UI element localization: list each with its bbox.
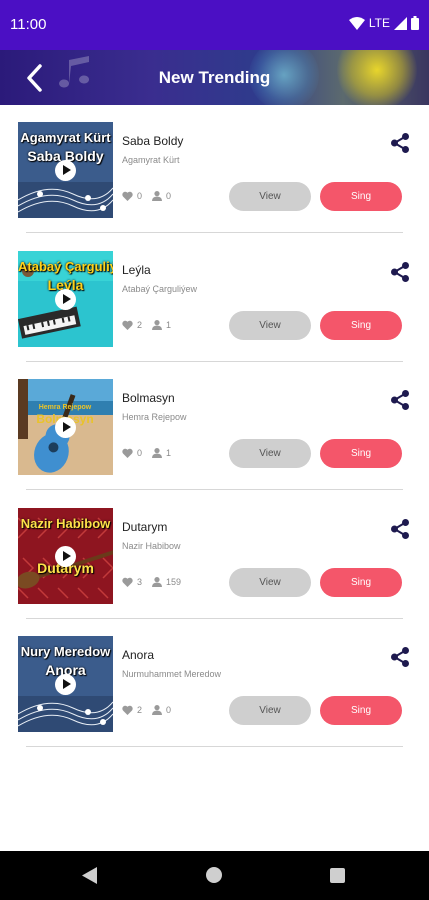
song-artist: Nurmuhammet Meredow <box>122 669 222 679</box>
like-count: 0 <box>137 191 143 201</box>
song-artist: Nazir Habibow <box>122 540 181 551</box>
song-cover[interactable]: Atabaý Çarguliýew Leýla <box>18 250 113 347</box>
nav-home-icon[interactable] <box>206 867 222 883</box>
heart-icon <box>122 191 133 201</box>
person-icon <box>152 448 163 458</box>
like-count: 2 <box>137 319 143 330</box>
status-bar: 11:00 LTE <box>0 0 429 50</box>
song-title: Dutarym <box>122 519 168 534</box>
cover-artist-text: Nury Meredow <box>20 644 111 659</box>
singer-count: 159 <box>166 576 182 587</box>
song-stats: 2 1 <box>122 319 172 330</box>
song-stats: 2 0 <box>122 705 171 715</box>
song-artist: Atabaý Çarguliýew <box>122 283 198 294</box>
network-label: LTE <box>368 16 390 30</box>
sing-button[interactable]: Sing <box>320 696 402 725</box>
sing-button[interactable]: Sing <box>320 310 402 340</box>
view-button[interactable]: View <box>229 567 311 597</box>
song-stats: 0 1 <box>122 448 171 458</box>
svg-text:Hemra Rejepow: Hemra Rejepow <box>39 404 92 411</box>
share-icon[interactable] <box>389 646 411 668</box>
view-button[interactable]: View <box>229 696 311 725</box>
play-icon[interactable] <box>55 160 76 181</box>
heart-icon <box>122 705 133 715</box>
song-title: Bolmasyn <box>122 391 175 405</box>
cover-artist-text: Agamyrat Kürt <box>20 130 111 145</box>
singer-count: 1 <box>166 319 172 330</box>
cover-artist-text: Atabaý Çarguliýew <box>18 258 113 274</box>
page-title: New Trending <box>158 68 271 87</box>
share-icon[interactable] <box>389 132 411 154</box>
song-cover[interactable]: Nazir Habibow Dutarym <box>18 507 113 604</box>
like-count: 3 <box>137 576 143 587</box>
song-artist: Hemra Rejepow <box>122 412 187 422</box>
singer-count: 0 <box>166 191 172 201</box>
person-icon <box>152 576 163 587</box>
play-icon[interactable] <box>55 674 76 695</box>
person-icon <box>152 191 163 201</box>
status-time: 11:00 <box>10 16 47 33</box>
share-icon[interactable] <box>389 261 411 283</box>
status-icons: LTE <box>348 16 419 30</box>
heart-icon <box>122 577 133 587</box>
song-item: Nazir Habibow Dutarym Dutarym Nazir Habi… <box>0 491 429 620</box>
song-stats: 0 0 <box>122 191 171 201</box>
song-cover[interactable]: Nury Meredow Anora <box>18 636 113 732</box>
song-cover[interactable]: Agamyrat Kürt Saba Boldy <box>18 122 113 218</box>
heart-icon <box>122 448 133 458</box>
heart-icon <box>122 320 133 330</box>
like-count: 0 <box>137 448 143 458</box>
signal-icon <box>394 16 407 30</box>
like-count: 2 <box>137 705 143 715</box>
song-item: Atabaý Çarguliýew Leýla Leýla Atabaý Çar… <box>0 234 429 363</box>
share-icon[interactable] <box>389 518 411 540</box>
divider <box>26 746 403 747</box>
cover-artist-text: Nazir Habibow <box>20 515 111 531</box>
nav-back-icon[interactable] <box>82 867 98 884</box>
sing-button[interactable]: Sing <box>320 182 402 211</box>
song-title: Leýla <box>122 262 151 277</box>
battery-icon <box>411 16 419 30</box>
play-icon[interactable] <box>55 545 76 567</box>
song-title: Anora <box>122 648 155 662</box>
song-list: Agamyrat Kürt Saba Boldy Saba Boldy Agam… <box>0 105 429 748</box>
wifi-icon <box>348 16 365 30</box>
song-title: Saba Boldy <box>122 134 184 148</box>
app-bar: New Trending <box>0 50 429 105</box>
view-button[interactable]: View <box>229 439 311 468</box>
song-stats: 3 159 <box>122 576 182 587</box>
song-artist: Agamyrat Kürt <box>122 155 180 165</box>
play-icon[interactable] <box>55 288 76 310</box>
song-cover[interactable]: Hemra Rejepow Bolmasyn <box>18 379 113 475</box>
person-icon <box>152 705 163 715</box>
sing-button[interactable]: Sing <box>320 567 402 597</box>
view-button[interactable]: View <box>229 310 311 340</box>
view-button[interactable]: View <box>229 182 311 211</box>
nav-recent-apps-icon[interactable] <box>330 868 345 883</box>
play-icon[interactable] <box>55 417 76 438</box>
song-item: Nury Meredow Anora Anora Nurmuhammet Mer… <box>0 619 429 748</box>
singer-count: 1 <box>166 448 172 458</box>
song-item: Agamyrat Kürt Saba Boldy Saba Boldy Agam… <box>0 105 429 234</box>
sing-button[interactable]: Sing <box>320 439 402 468</box>
singer-count: 0 <box>166 705 172 715</box>
song-item: Hemra Rejepow Bolmasyn Bolmasyn Hemra Re… <box>0 362 429 491</box>
system-nav-bar <box>0 851 429 900</box>
person-icon <box>152 319 163 330</box>
share-icon[interactable] <box>389 389 411 411</box>
